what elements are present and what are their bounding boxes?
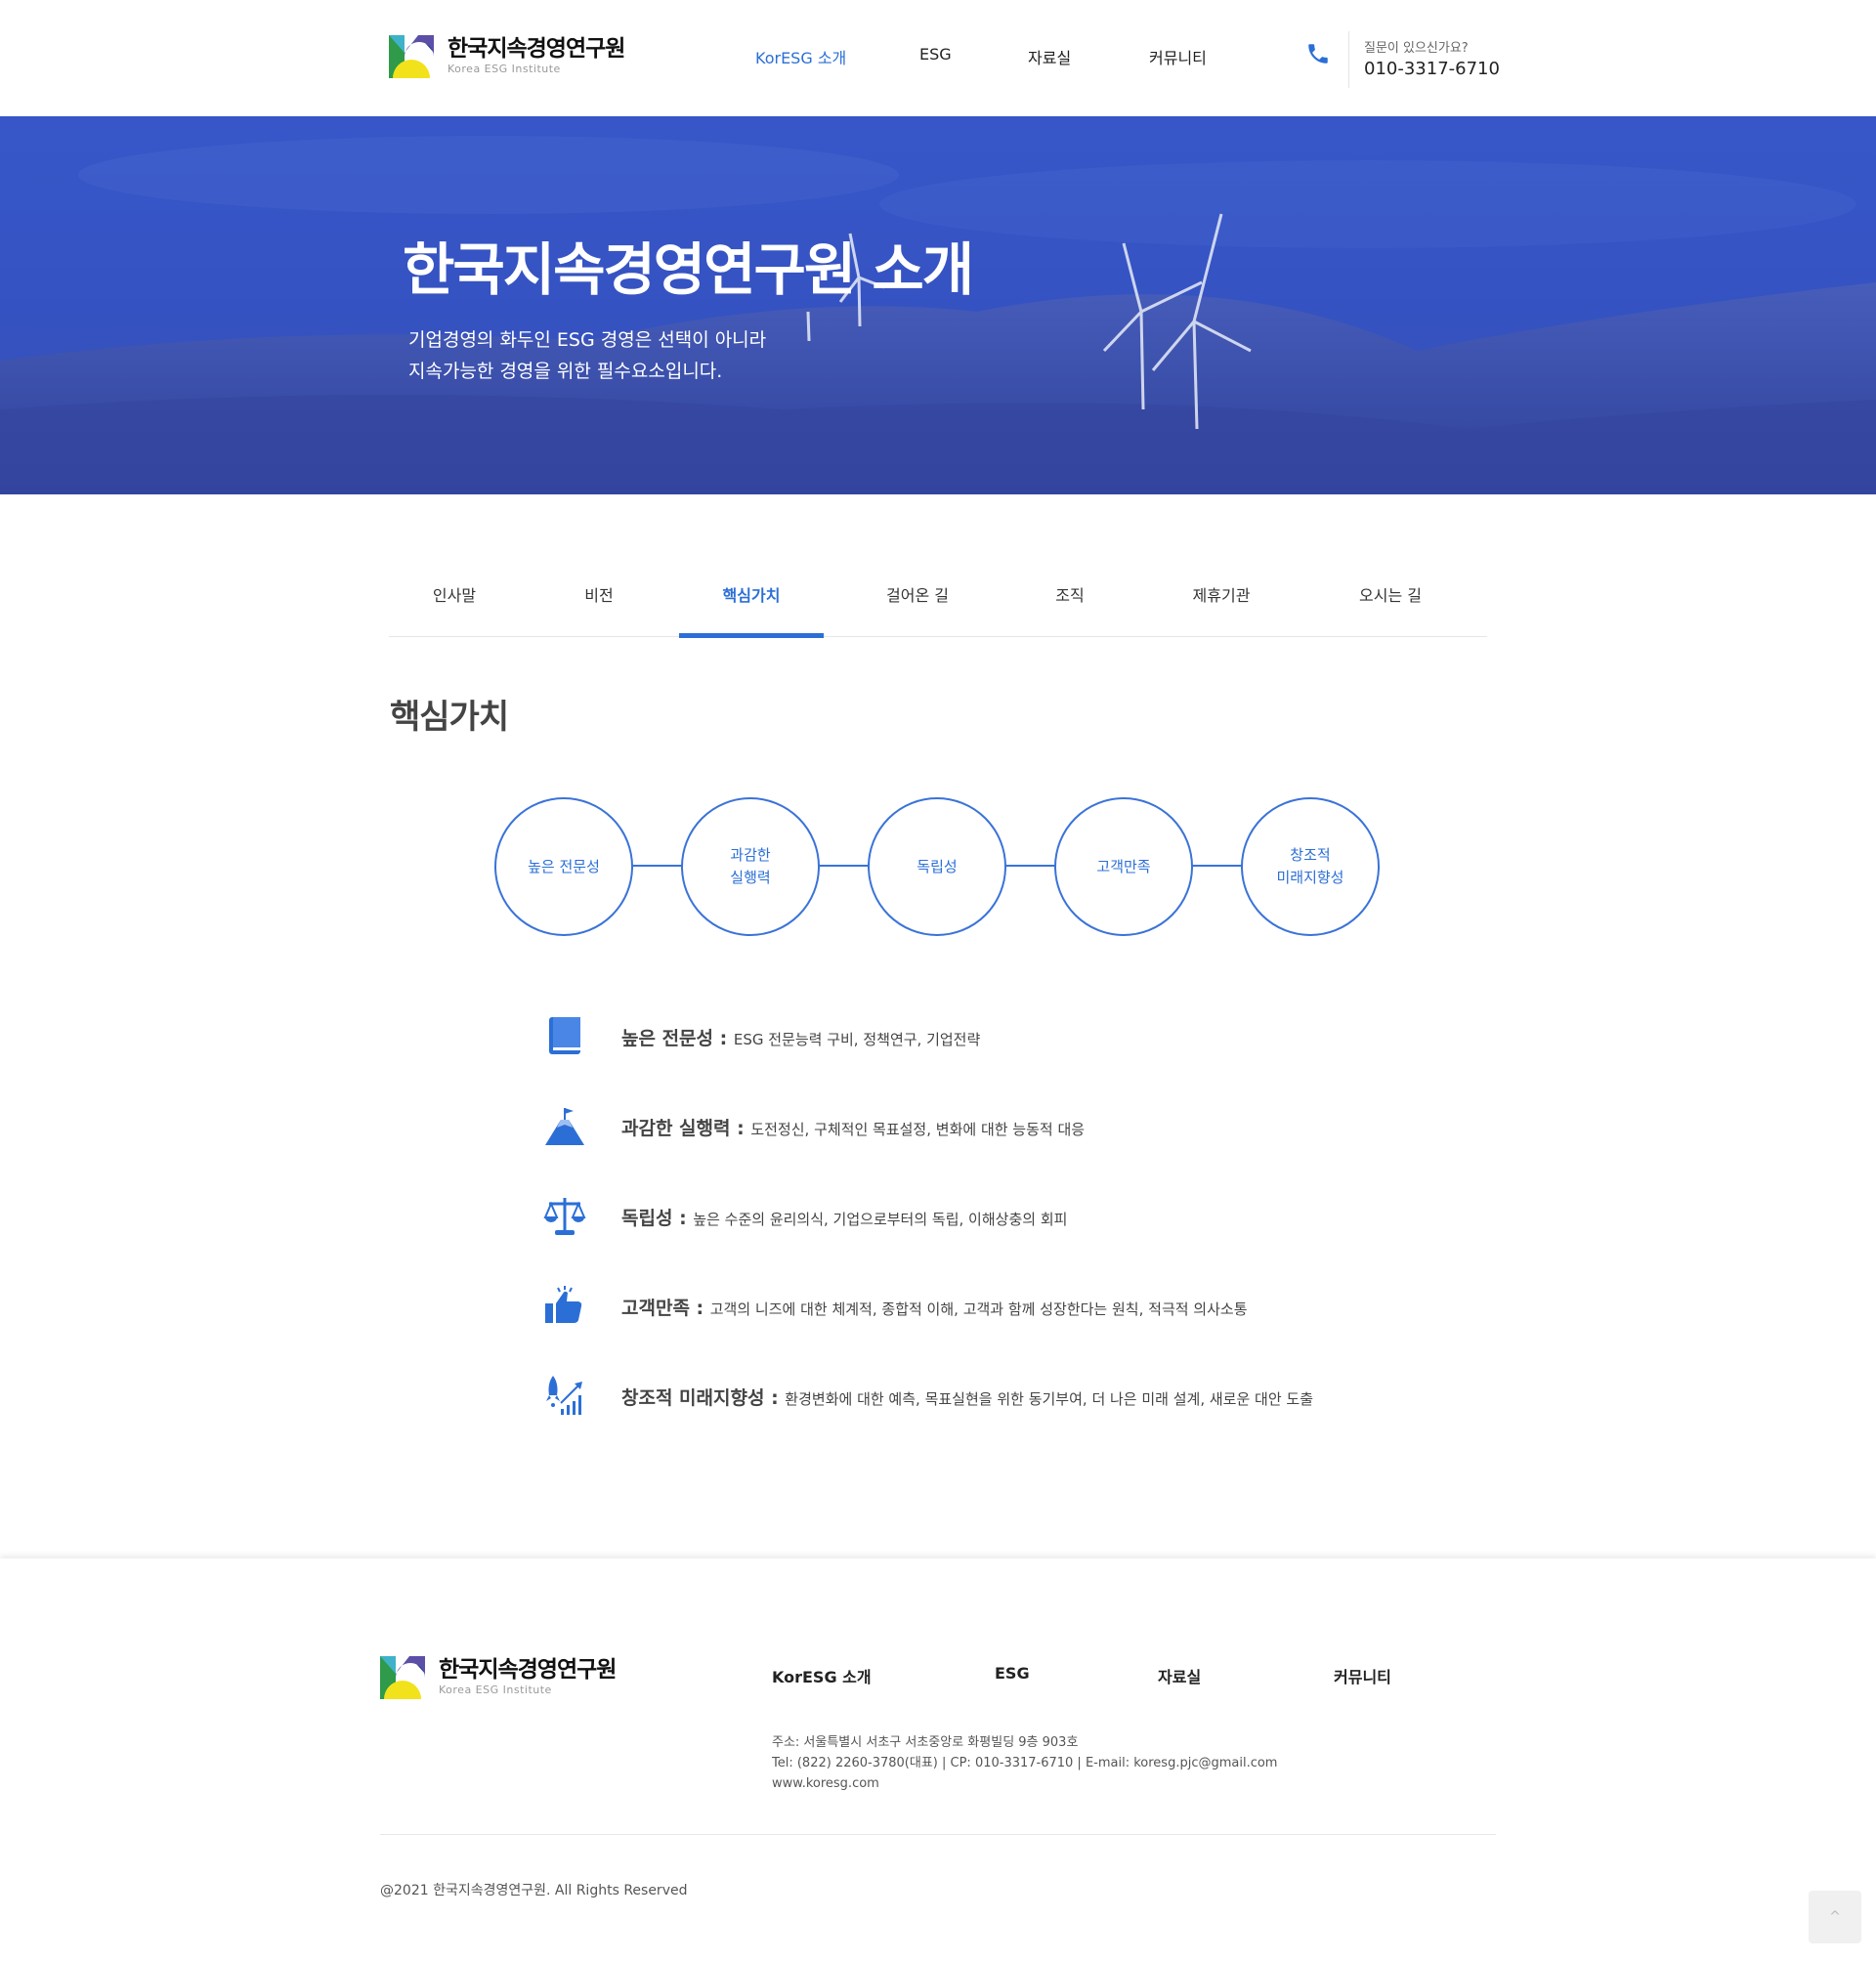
footer-address-block: 주소: 서울특별시 서초구 서초중앙로 화평빌딩 9층 903호 Tel: (8… — [772, 1732, 1277, 1794]
contact-phone-number[interactable]: 010-3317-6710 — [1364, 59, 1500, 79]
footer-logo[interactable]: 한국지속경영연구원 Korea ESG Institute — [380, 1656, 617, 1699]
tab-vision[interactable]: 비전 — [533, 561, 664, 637]
scale-icon — [543, 1198, 586, 1235]
tab-directions[interactable]: 오시는 길 — [1325, 561, 1456, 637]
hero-subtitle-line-2: 지속가능한 경영을 위한 필수요소입니다. — [408, 361, 723, 382]
value-name: 과감한 실행력 — [621, 1118, 731, 1139]
nav-resources[interactable]: 자료실 — [1028, 45, 1071, 68]
value-colon: : — [730, 1118, 751, 1139]
scroll-to-top-button[interactable]: ^ — [1809, 1891, 1861, 1943]
core-values-diagram: 높은 전문성 과감한 실행력 독립성 고객만족 창조적 미래지향성 — [492, 795, 1384, 940]
circle-label: 과감한 실행력 — [730, 846, 771, 886]
footer-logo-title: 한국지속경영연구원 — [439, 1657, 617, 1683]
list-item: 독립성 : 높은 수준의 윤리의식, 기업으로부터의 독립, 이해상충의 회피 — [543, 1186, 1423, 1245]
site-footer: 한국지속경영연구원 Korea ESG Institute KorESG 소개 … — [0, 1558, 1876, 1961]
footer-nav-resources[interactable]: 자료실 — [1158, 1664, 1201, 1687]
sub-nav-tabs: 인사말 비전 핵심가치 걸어온 길 조직 제휴기관 오시는 길 — [389, 561, 1487, 638]
value-desc: 높은 수준의 윤리의식, 기업으로부터의 독립, 이해상충의 회피 — [693, 1211, 1068, 1228]
active-tab-indicator — [679, 633, 824, 638]
tab-organization[interactable]: 조직 — [1004, 561, 1135, 637]
tab-greeting[interactable]: 인사말 — [389, 561, 520, 637]
nav-esg[interactable]: ESG — [919, 45, 952, 64]
value-desc: 도전정신, 구체적인 목표설정, 변화에 대한 능동적 대응 — [750, 1121, 1086, 1138]
list-item: 높은 전문성 : ESG 전문능력 구비, 정책연구, 기업전략 — [543, 1006, 1423, 1065]
phone-icon — [1308, 44, 1328, 64]
footer-contact: Tel: (822) 2260-3780(대표) | CP: 010-3317-… — [772, 1756, 1278, 1770]
contact-box: 질문이 있으신가요? 010-3317-6710 — [1305, 29, 1501, 88]
hero-banner: 한국지속경영연구원 소개 기업경영의 화두인 ESG 경영은 선택이 아니라 지… — [0, 116, 1876, 494]
circle-label: 창조적 미래지향성 — [1276, 846, 1344, 886]
mountain-flag-icon — [545, 1108, 584, 1145]
circle-independence: 독립성 — [868, 797, 1006, 936]
value-name: 독립성 — [621, 1208, 673, 1229]
list-item: 창조적 미래지향성 : 환경변화에 대한 예측, 목표실현을 위한 동기부여, … — [543, 1366, 1423, 1425]
logo-mark-icon — [389, 35, 434, 78]
value-colon: : — [689, 1298, 710, 1319]
footer-nav-koresg-intro[interactable]: KorESG 소개 — [772, 1664, 872, 1687]
value-name: 창조적 미래지향성 — [621, 1387, 765, 1409]
footer-nav-community[interactable]: 커뮤니티 — [1334, 1664, 1391, 1687]
footer-address: 주소: 서울특별시 서초구 서초중앙로 화평빌딩 9층 903호 — [772, 1735, 1079, 1750]
site-header: 한국지속경영연구원 Korea ESG Institute KorESG 소개 … — [0, 0, 1876, 116]
value-desc: 고객의 니즈에 대한 체계적, 종합적 이해, 고객과 함께 성장한다는 원칙,… — [709, 1300, 1248, 1318]
list-item: 과감한 실행력 : 도전정신, 구체적인 목표설정, 변화에 대한 능동적 대응 — [543, 1096, 1423, 1155]
contact-question: 질문이 있으신가요? — [1364, 41, 1469, 56]
circle-customer-satisfaction: 고객만족 — [1054, 797, 1193, 936]
footer-logo-subtitle: Korea ESG Institute — [439, 1684, 552, 1696]
circle-label: 고객만족 — [1096, 857, 1151, 875]
footer-divider — [380, 1834, 1496, 1835]
circle-label: 높은 전문성 — [528, 857, 600, 875]
value-name: 고객만족 — [621, 1298, 690, 1319]
circle-future-orientation: 창조적 미래지향성 — [1241, 797, 1380, 936]
list-item: 고객만족 : 고객의 니즈에 대한 체계적, 종합적 이해, 고객과 함께 성장… — [543, 1276, 1423, 1335]
logo-mark-icon — [380, 1656, 425, 1699]
logo-title: 한국지속경영연구원 — [448, 36, 625, 62]
value-colon: : — [764, 1387, 786, 1409]
value-colon: : — [713, 1028, 734, 1049]
thumbs-up-icon — [545, 1286, 582, 1323]
footer-copyright: @2021 한국지속경영연구원. All Rights Reserved — [380, 1883, 688, 1898]
rocket-growth-icon — [546, 1376, 582, 1415]
section-title: 핵심가치 — [390, 698, 509, 737]
book-icon — [549, 1017, 580, 1054]
hero-subtitle: 기업경영의 화두인 ESG 경영은 선택이 아니라 지속가능한 경영을 위한 필… — [408, 324, 766, 387]
site-logo[interactable]: 한국지속경영연구원 Korea ESG Institute — [389, 35, 643, 84]
nav-koresg-intro[interactable]: KorESG 소개 — [755, 45, 846, 68]
contact-divider — [1348, 31, 1349, 88]
circle-execution: 과감한 실행력 — [681, 797, 820, 936]
circle-expertise: 높은 전문성 — [494, 797, 633, 936]
value-name: 높은 전문성 — [621, 1028, 714, 1049]
tab-history[interactable]: 걸어온 길 — [852, 561, 983, 637]
tab-core-values[interactable]: 핵심가치 — [679, 561, 824, 637]
footer-nav-esg[interactable]: ESG — [995, 1664, 1030, 1683]
footer-website[interactable]: www.koresg.com — [772, 1773, 1277, 1794]
hero-title: 한국지속경영연구원 소개 — [403, 236, 974, 303]
value-desc: ESG 전문능력 구비, 정책연구, 기업전략 — [733, 1031, 981, 1048]
circle-label: 독립성 — [917, 857, 958, 875]
hero-subtitle-line-1: 기업경영의 화두인 ESG 경영은 선택이 아니라 — [408, 329, 767, 351]
logo-subtitle: Korea ESG Institute — [448, 63, 561, 75]
nav-community[interactable]: 커뮤니티 — [1149, 45, 1207, 68]
chevron-up-icon: ^ — [1829, 1909, 1841, 1925]
value-colon: : — [672, 1208, 694, 1229]
tab-partners[interactable]: 제휴기관 — [1156, 561, 1287, 637]
value-desc: 환경변화에 대한 예측, 목표실현을 위한 동기부여, 더 나은 미래 설계, … — [785, 1390, 1314, 1408]
